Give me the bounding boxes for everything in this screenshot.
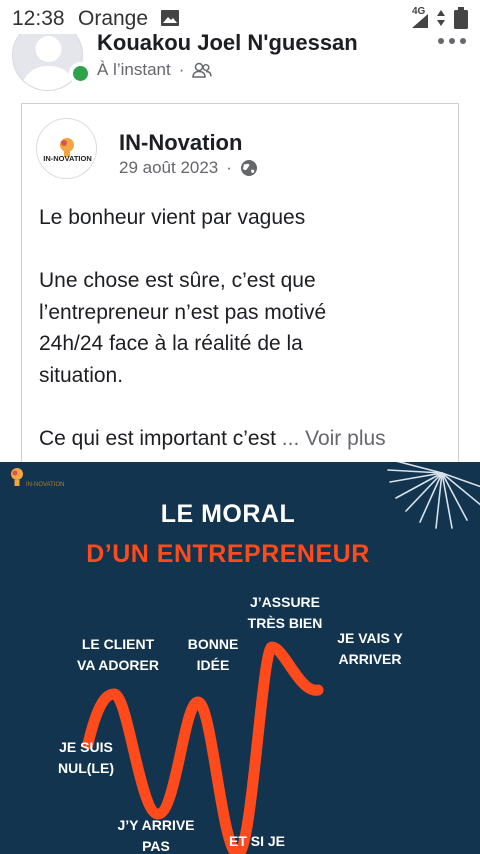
label-bonne-idee: BONNE IDÉE xyxy=(187,636,239,673)
label-et-si-je: ET SI JE xyxy=(228,833,286,849)
page-logo[interactable]: IN-NOVATION xyxy=(36,118,97,179)
shared-post-card[interactable]: IN-NOVATION IN-Novation 29 août 2023 · L… xyxy=(21,103,459,483)
status-bar: 12:38 Orange 4G xyxy=(0,0,480,34)
label-le-client: LE CLIENT VA ADORER xyxy=(77,636,159,673)
page-name[interactable]: IN-Novation xyxy=(119,130,242,156)
label-je-vais: JE VAIS Y ARRIVER xyxy=(337,630,403,667)
meta-separator: · xyxy=(226,158,232,177)
post-text-line: Le bonheur vient par vagues xyxy=(39,206,306,229)
globe-icon xyxy=(240,160,257,176)
label-jassure: J’ASSURE TRÈS BIEN xyxy=(247,594,323,631)
label-jy-arrive-pas: J’Y ARRIVE PAS xyxy=(117,817,195,854)
page-logo-text: IN-NOVATION xyxy=(43,154,91,163)
see-more-link[interactable]: ... Voir plus xyxy=(282,427,386,450)
image-icon xyxy=(161,10,179,26)
battery-icon xyxy=(454,7,468,29)
shared-post-text: Le bonheur vient par vagues Une chose es… xyxy=(39,202,449,454)
friends-icon xyxy=(192,62,213,78)
post-text-truncated: Ce qui est important c’est xyxy=(39,426,276,450)
more-options-button[interactable] xyxy=(438,34,468,48)
post-image[interactable]: IN-NOVATION LE MORAL D’UN ENTREPRENEUR L… xyxy=(0,462,480,854)
post-text-line: situation. xyxy=(39,363,124,387)
signal-icon xyxy=(412,14,428,28)
post-text-line: Une chose est sûre, c’est que xyxy=(39,269,316,292)
post-time[interactable]: À l’instant xyxy=(97,60,171,80)
label-je-suis-nul: JE SUIS NUL(LE) xyxy=(58,739,114,776)
post-text-line: 24h/24 face à la réalité de la xyxy=(39,332,303,355)
shared-date[interactable]: 29 août 2023 xyxy=(119,158,218,178)
post-meta: À l’instant · xyxy=(97,60,213,80)
status-time: 12:38 xyxy=(12,7,65,30)
meta-separator: · xyxy=(178,60,185,79)
data-arrows-icon xyxy=(437,10,445,26)
post-text-line: l’entrepreneur n’est pas motivé xyxy=(39,300,327,324)
page-meta: 29 août 2023 · xyxy=(119,158,258,178)
status-carrier: Orange xyxy=(78,7,149,30)
in-novation-logo-icon: IN-NOVATION xyxy=(43,138,92,163)
more-horizontal-icon xyxy=(438,38,444,44)
online-status-dot xyxy=(69,62,92,85)
post-text-line: Ce qui est important c’est ... Voir plus xyxy=(39,423,449,455)
